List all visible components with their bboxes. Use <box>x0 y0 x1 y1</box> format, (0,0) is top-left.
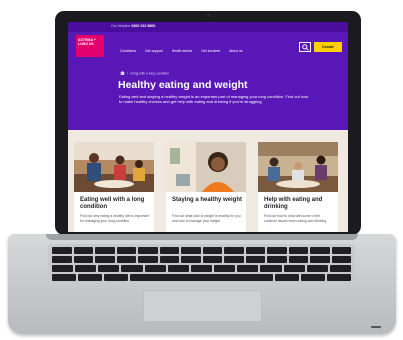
hero-section: › Living with a lung condition Healthy e… <box>68 67 348 130</box>
card-title: Eating well with a long condition <box>80 197 145 210</box>
nav-item-about-us[interactable]: About us <box>229 49 242 53</box>
laptop-screen: Our helpline 0300 222 5800 ASTHMA + LUNG… <box>68 22 348 232</box>
keyboard <box>48 244 355 286</box>
card-title: Help with eating and drinking <box>264 197 323 210</box>
breadcrumb-item[interactable]: Living with a lung condition <box>130 72 169 76</box>
top-bar: Our helpline 0300 222 5800 <box>68 22 348 32</box>
helpline[interactable]: Our helpline 0300 222 5800 <box>111 24 155 28</box>
card-image <box>166 142 246 192</box>
nav-item-get-involved[interactable]: Get involved <box>201 49 220 53</box>
card-section: Eating well with a long condition Find o… <box>68 130 348 232</box>
search-icon <box>302 44 309 51</box>
card-title: Staying a healthy weight <box>172 197 243 203</box>
nav-links: Conditions Get support Health advice Get… <box>120 49 243 53</box>
nav-item-get-support[interactable]: Get support <box>145 49 163 53</box>
search-button[interactable] <box>299 42 311 52</box>
logo-text: ASTHMA + LUNG UK <box>78 38 96 46</box>
donate-button[interactable]: Donate <box>314 42 342 52</box>
breadcrumb: › Living with a lung condition <box>120 71 169 76</box>
site-logo[interactable]: ASTHMA + LUNG UK <box>76 35 104 57</box>
nav-item-conditions[interactable]: Conditions <box>120 49 136 53</box>
card-text: Find out what kind of weight is healthy … <box>172 214 241 223</box>
card-text: Find out why eating a healthy diet is im… <box>80 214 149 223</box>
home-icon[interactable] <box>120 71 125 75</box>
breadcrumb-separator: › <box>125 71 129 76</box>
card-help-eating[interactable]: Help with eating and drinking Find out h… <box>258 142 338 232</box>
nav-item-health-advice[interactable]: Health advice <box>172 49 193 53</box>
card-text: Find out how to deal with some of the co… <box>264 214 328 223</box>
helpline-number[interactable]: 0300 222 5800 <box>131 24 155 28</box>
trackpad <box>143 290 262 322</box>
laptop-hinge <box>46 234 358 240</box>
helpline-label: Our helpline <box>111 24 131 28</box>
page-title: Healthy eating and weight <box>118 79 248 91</box>
laptop-indicator <box>371 326 381 328</box>
card-image <box>258 142 338 192</box>
card-image <box>74 142 154 192</box>
page-description: Eating well and staying a healthy weight… <box>119 94 309 104</box>
card-healthy-weight[interactable]: Staying a healthy weight Find out what k… <box>166 142 246 232</box>
card-eating-well[interactable]: Eating well with a long condition Find o… <box>74 142 154 232</box>
